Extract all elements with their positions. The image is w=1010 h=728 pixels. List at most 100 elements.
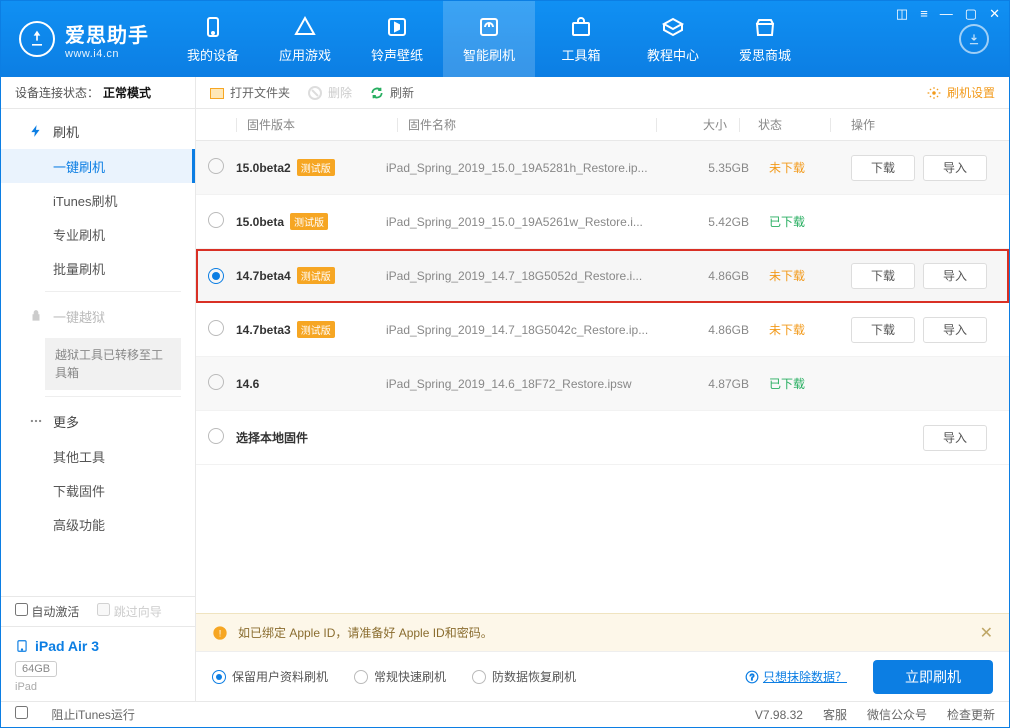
opt-recover[interactable]: 防数据恢复刷机 <box>472 668 576 685</box>
sidebar-item-batch[interactable]: 批量刷机 <box>1 251 195 285</box>
sidebar-section-flash: 刷机 一键刷机 iTunes刷机 专业刷机 批量刷机 一键越狱 越狱工具已转移至… <box>1 109 195 541</box>
row-radio[interactable] <box>208 212 224 228</box>
close-icon[interactable]: ✕ <box>989 6 1000 22</box>
row-version: 14.7beta3测试版 <box>236 321 386 338</box>
nav-tutorials[interactable]: 教程中心 <box>627 1 719 77</box>
row-status: 未下载 <box>761 321 841 338</box>
update-link[interactable]: 检查更新 <box>947 706 995 723</box>
row-ops: 下载导入 <box>841 317 1009 343</box>
sidebar-item-oneclick[interactable]: 一键刷机 <box>1 149 195 183</box>
local-firmware-row[interactable]: 选择本地固件 导入 <box>196 411 1009 465</box>
brand-title: 爱思助手 <box>65 19 149 48</box>
row-radio[interactable] <box>208 268 224 284</box>
warning-close-icon[interactable]: ✕ <box>980 623 993 643</box>
row-version: 选择本地固件 <box>236 429 386 446</box>
device-panel: iPad Air 3 64GB iPad <box>1 626 195 701</box>
import-button[interactable]: 导入 <box>923 317 987 343</box>
download-button[interactable]: 下载 <box>851 155 915 181</box>
connection-status: 设备连接状态： 正常模式 <box>1 77 195 109</box>
firmware-row[interactable]: 14.6iPad_Spring_2019_14.6_18F72_Restore.… <box>196 357 1009 411</box>
auto-activate-checkbox[interactable]: 自动激活 <box>15 603 79 620</box>
row-version: 15.0beta2测试版 <box>236 159 386 176</box>
conn-prefix: 设备连接状态： <box>15 84 99 101</box>
row-status: 未下载 <box>761 267 841 284</box>
logo: 爱思助手 www.i4.cn <box>1 1 167 77</box>
import-button[interactable]: 导入 <box>923 155 987 181</box>
nav-my-device[interactable]: 我的设备 <box>167 1 259 77</box>
import-button[interactable]: 导入 <box>923 425 987 451</box>
row-status: 已下载 <box>761 213 841 230</box>
conn-mode: 正常模式 <box>103 84 151 101</box>
brand-sub: www.i4.cn <box>65 48 149 60</box>
sidebar-item-itunes[interactable]: iTunes刷机 <box>1 183 195 217</box>
header: 爱思助手 www.i4.cn 我的设备 应用游戏 铃声壁纸 智能刷机 工具箱 教… <box>1 1 1009 77</box>
auto-activate-bar: 自动激活 跳过向导 <box>1 596 195 626</box>
row-size: 4.86GB <box>689 269 761 283</box>
row-size: 5.42GB <box>689 215 761 229</box>
download-button[interactable]: 下载 <box>851 317 915 343</box>
sidebar-item-other[interactable]: 其他工具 <box>1 439 195 473</box>
nav-flash[interactable]: 智能刷机 <box>443 1 535 77</box>
row-name: iPad_Spring_2019_15.0_19A5281h_Restore.i… <box>386 161 689 175</box>
sidebar-item-download-fw[interactable]: 下载固件 <box>1 473 195 507</box>
row-radio[interactable] <box>208 374 224 390</box>
col-status: 状态 <box>750 116 830 133</box>
delete-button[interactable]: 删除 <box>308 84 352 101</box>
row-status: 未下载 <box>761 159 841 176</box>
block-itunes-checkbox[interactable]: 阻止iTunes运行 <box>15 706 135 723</box>
firmware-row[interactable]: 15.0beta测试版iPad_Spring_2019_15.0_19A5261… <box>196 195 1009 249</box>
firmware-row[interactable]: 14.7beta3测试版iPad_Spring_2019_14.7_18G504… <box>196 303 1009 357</box>
row-size: 4.87GB <box>689 377 761 391</box>
flash-options-bar: 保留用户资料刷机 常规快速刷机 防数据恢复刷机 ?只想抹除数据？ 立即刷机 <box>196 651 1009 701</box>
main: 设备连接状态： 正常模式 刷机 一键刷机 iTunes刷机 专业刷机 批量刷机 … <box>1 77 1009 701</box>
sidebar-heading-jailbreak: 一键越狱 <box>1 298 195 334</box>
service-link[interactable]: 客服 <box>823 706 847 723</box>
nav-ringtones[interactable]: 铃声壁纸 <box>351 1 443 77</box>
nav-label: 工具箱 <box>561 45 600 64</box>
row-radio[interactable] <box>208 158 224 174</box>
sidebar-heading-more[interactable]: 更多 <box>1 403 195 439</box>
table-header: 固件版本 固件名称 大小 状态 操作 <box>196 109 1009 141</box>
import-button[interactable]: 导入 <box>923 263 987 289</box>
svg-text:!: ! <box>219 628 222 638</box>
row-version: 15.0beta测试版 <box>236 213 386 230</box>
col-size: 大小 <box>667 116 739 133</box>
flash-now-button[interactable]: 立即刷机 <box>873 660 993 694</box>
download-button[interactable]: 下载 <box>851 263 915 289</box>
sidebar-heading-label: 一键越狱 <box>53 307 105 326</box>
device-name[interactable]: iPad Air 3 <box>15 637 181 655</box>
skip-guide-checkbox[interactable]: 跳过向导 <box>97 603 161 620</box>
row-name: iPad_Spring_2019_14.6_18F72_Restore.ipsw <box>386 377 689 391</box>
opt-keep-data[interactable]: 保留用户资料刷机 <box>212 668 328 685</box>
row-size: 5.35GB <box>689 161 761 175</box>
refresh-button[interactable]: 刷新 <box>370 84 414 101</box>
content: 打开文件夹 删除 刷新 刷机设置 固件版本 固件名称 大小 状态 操作 15.0… <box>196 77 1009 701</box>
version-label: V7.98.32 <box>755 708 803 722</box>
nav-label: 智能刷机 <box>463 45 515 64</box>
menu-icon[interactable]: ≡ <box>920 6 928 22</box>
flash-settings-button[interactable]: 刷机设置 <box>927 84 995 101</box>
firmware-row[interactable]: 15.0beta2测试版iPad_Spring_2019_15.0_19A528… <box>196 141 1009 195</box>
minimize-icon[interactable]: — <box>940 6 953 22</box>
sidebar-item-pro[interactable]: 专业刷机 <box>1 217 195 251</box>
maximize-icon[interactable]: ▢ <box>965 6 977 22</box>
row-radio[interactable] <box>208 428 224 444</box>
open-folder-button[interactable]: 打开文件夹 <box>210 84 290 101</box>
firmware-rows: 15.0beta2测试版iPad_Spring_2019_15.0_19A528… <box>196 141 1009 613</box>
wechat-link[interactable]: 微信公众号 <box>867 706 927 723</box>
nav-apps[interactable]: 应用游戏 <box>259 1 351 77</box>
erase-data-link[interactable]: ?只想抹除数据？ <box>745 668 847 685</box>
row-radio[interactable] <box>208 320 224 336</box>
firmware-row[interactable]: 14.7beta4测试版iPad_Spring_2019_14.7_18G505… <box>196 249 1009 303</box>
nav-toolbox[interactable]: 工具箱 <box>535 1 627 77</box>
skin-icon[interactable]: ◫ <box>896 6 908 22</box>
opt-regular[interactable]: 常规快速刷机 <box>354 668 446 685</box>
download-indicator-icon[interactable] <box>959 24 989 54</box>
col-version: 固件版本 <box>247 116 397 133</box>
row-name: iPad_Spring_2019_14.7_18G5052d_Restore.i… <box>386 269 689 283</box>
nav-store[interactable]: 爱思商城 <box>719 1 811 77</box>
sidebar-heading-flash[interactable]: 刷机 <box>1 113 195 149</box>
nav-label: 应用游戏 <box>279 45 331 64</box>
nav-label: 铃声壁纸 <box>371 45 423 64</box>
sidebar-item-advanced[interactable]: 高级功能 <box>1 507 195 541</box>
